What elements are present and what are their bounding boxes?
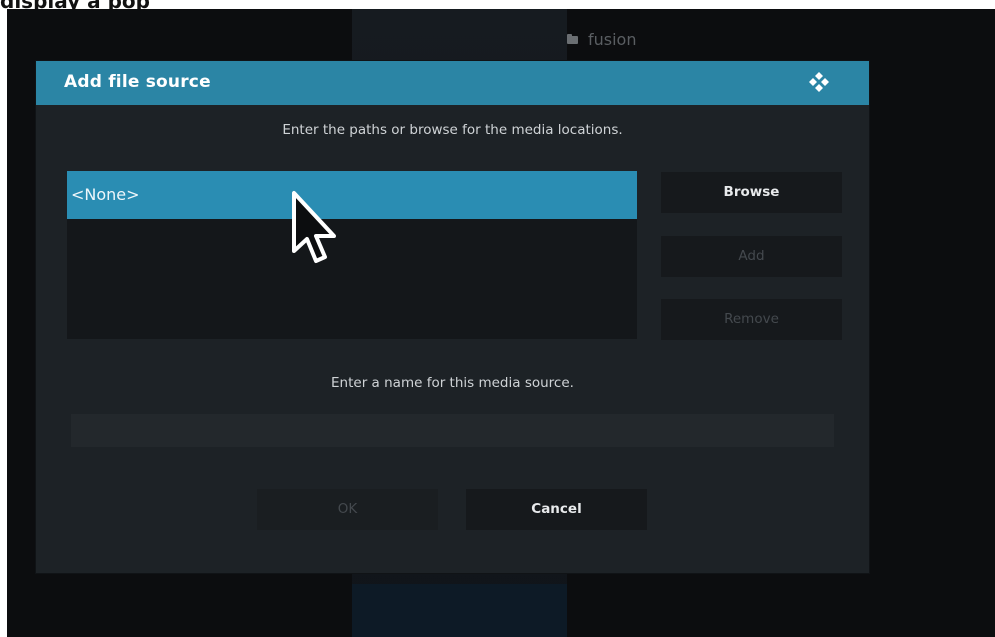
background-folder-label: fusion — [567, 30, 636, 49]
cancel-button[interactable]: Cancel — [466, 489, 647, 530]
add-button[interactable]: Add — [661, 236, 842, 277]
folder-icon — [567, 34, 578, 44]
background-panel-footer — [352, 584, 567, 637]
name-prompt: Enter a name for this media source. — [331, 375, 574, 391]
paths-prompt: Enter the paths or browse for the media … — [282, 122, 623, 138]
kodi-logo-icon — [809, 72, 829, 92]
mouse-pointer-icon — [292, 191, 336, 263]
browse-button[interactable]: Browse — [661, 172, 842, 213]
remove-button[interactable]: Remove — [661, 299, 842, 340]
paths-list[interactable]: <None> — [67, 171, 637, 339]
add-file-source-dialog: Add file source Enter the paths or brows… — [36, 61, 869, 573]
dialog-title: Add file source — [64, 72, 211, 92]
path-item-none[interactable]: <None> — [67, 171, 637, 219]
screen: display a pop fusion Add file source Ent… — [0, 0, 995, 637]
folder-name: fusion — [588, 30, 637, 49]
source-name-field[interactable] — [71, 414, 834, 447]
dialog-header: Add file source — [36, 61, 869, 105]
ok-button[interactable]: OK — [257, 489, 438, 530]
